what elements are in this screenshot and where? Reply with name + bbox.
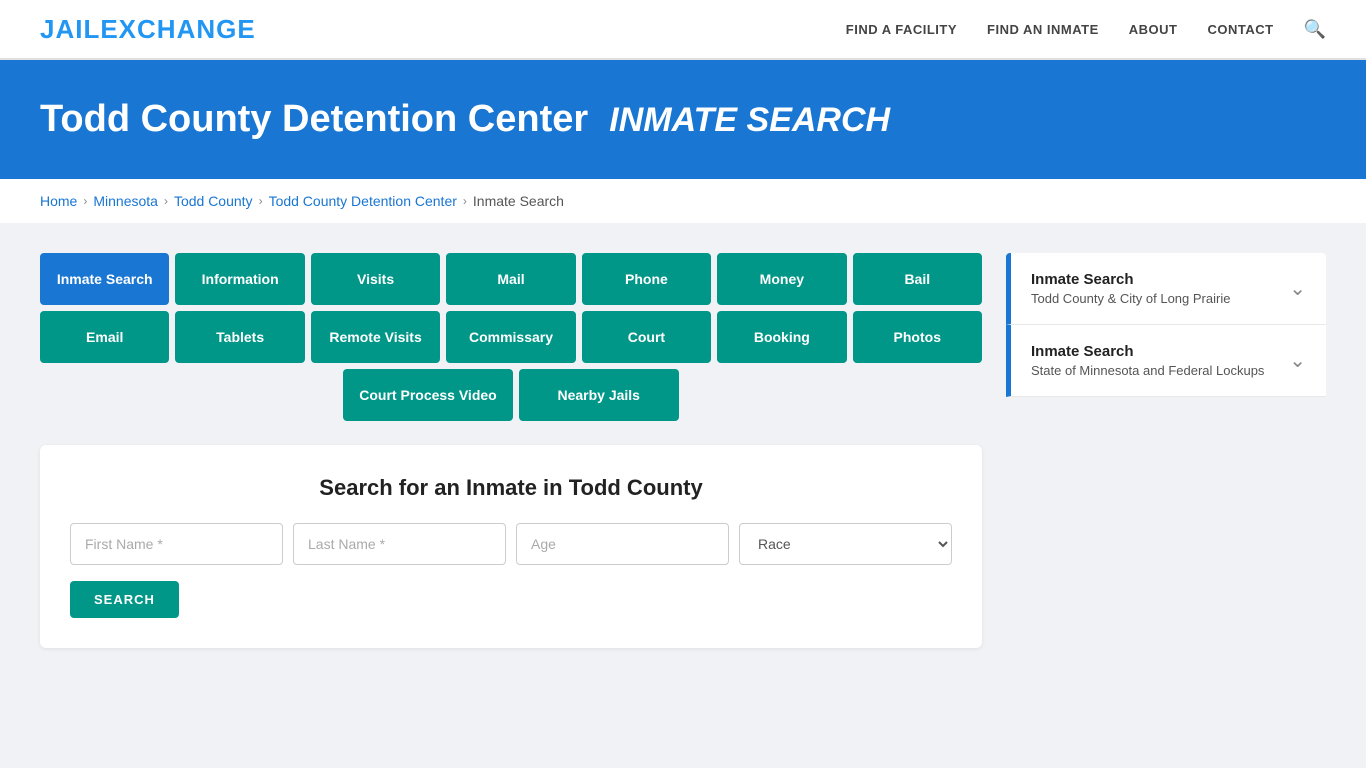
btn-phone[interactable]: Phone <box>582 253 711 305</box>
sidebar-item-todd-title: Inmate Search <box>1031 271 1279 288</box>
search-box: Search for an Inmate in Todd County Race… <box>40 445 982 648</box>
right-sidebar: Inmate Search Todd County & City of Long… <box>1006 253 1326 397</box>
breadcrumb: Home › Minnesota › Todd County › Todd Co… <box>0 179 1366 223</box>
btn-mail[interactable]: Mail <box>446 253 575 305</box>
breadcrumb-detention-center[interactable]: Todd County Detention Center <box>269 193 457 209</box>
btn-visits[interactable]: Visits <box>311 253 440 305</box>
hero-title-italic: INMATE SEARCH <box>609 101 890 139</box>
main-nav: FIND A FACILITY FIND AN INMATE ABOUT CON… <box>846 19 1326 40</box>
sidebar-item-mn-sub: State of Minnesota and Federal Lockups <box>1031 363 1279 378</box>
btn-photos[interactable]: Photos <box>853 311 982 363</box>
sidebar-item-todd-sub: Todd County & City of Long Prairie <box>1031 291 1279 306</box>
header: JAILEXCHANGE FIND A FACILITY FIND AN INM… <box>0 0 1366 60</box>
nav-find-facility[interactable]: FIND A FACILITY <box>846 22 957 37</box>
logo[interactable]: JAILEXCHANGE <box>40 14 256 45</box>
nav-find-inmate[interactable]: FIND AN INMATE <box>987 22 1099 37</box>
nav-buttons-row2: Email Tablets Remote Visits Commissary C… <box>40 311 982 363</box>
hero-title: Todd County Detention Center INMATE SEAR… <box>40 98 1326 141</box>
sidebar-item-todd-text: Inmate Search Todd County & City of Long… <box>1031 271 1279 306</box>
breadcrumb-inmate-search: Inmate Search <box>473 193 564 209</box>
search-button[interactable]: SEARCH <box>70 581 179 618</box>
breadcrumb-sep-1: › <box>83 194 87 208</box>
btn-inmate-search[interactable]: Inmate Search <box>40 253 169 305</box>
left-column: Inmate Search Information Visits Mail Ph… <box>40 253 982 648</box>
btn-tablets[interactable]: Tablets <box>175 311 304 363</box>
hero-title-main: Todd County Detention Center <box>40 98 588 140</box>
main-content: Inmate Search Information Visits Mail Ph… <box>0 223 1366 678</box>
breadcrumb-sep-3: › <box>259 194 263 208</box>
btn-remote-visits[interactable]: Remote Visits <box>311 311 440 363</box>
nav-buttons-row3: Court Process Video Nearby Jails <box>40 369 982 421</box>
breadcrumb-sep-4: › <box>463 194 467 208</box>
btn-nearby-jails[interactable]: Nearby Jails <box>519 369 679 421</box>
logo-highlight: EXCHANGE <box>100 14 255 44</box>
btn-information[interactable]: Information <box>175 253 304 305</box>
sidebar-item-todd-county[interactable]: Inmate Search Todd County & City of Long… <box>1006 253 1326 325</box>
btn-booking[interactable]: Booking <box>717 311 846 363</box>
btn-court-process-video[interactable]: Court Process Video <box>343 369 512 421</box>
btn-bail[interactable]: Bail <box>853 253 982 305</box>
race-select[interactable]: Race White Black Hispanic Asian Native A… <box>739 523 952 565</box>
breadcrumb-minnesota[interactable]: Minnesota <box>93 193 158 209</box>
btn-court[interactable]: Court <box>582 311 711 363</box>
logo-text-jail: JAIL <box>40 14 100 44</box>
btn-email[interactable]: Email <box>40 311 169 363</box>
breadcrumb-home[interactable]: Home <box>40 193 77 209</box>
search-fields: Race White Black Hispanic Asian Native A… <box>70 523 952 565</box>
sidebar-item-minnesota[interactable]: Inmate Search State of Minnesota and Fed… <box>1006 325 1326 397</box>
sidebar-item-mn-text: Inmate Search State of Minnesota and Fed… <box>1031 343 1279 378</box>
search-icon[interactable]: 🔍 <box>1304 19 1326 40</box>
last-name-input[interactable] <box>293 523 506 565</box>
btn-money[interactable]: Money <box>717 253 846 305</box>
nav-buttons-row1: Inmate Search Information Visits Mail Ph… <box>40 253 982 305</box>
btn-commissary[interactable]: Commissary <box>446 311 575 363</box>
chevron-down-icon: ⌄ <box>1289 276 1306 301</box>
nav-contact[interactable]: CONTACT <box>1207 22 1273 37</box>
sidebar-item-mn-title: Inmate Search <box>1031 343 1279 360</box>
search-box-title: Search for an Inmate in Todd County <box>70 475 952 501</box>
breadcrumb-todd-county[interactable]: Todd County <box>174 193 253 209</box>
nav-about[interactable]: ABOUT <box>1129 22 1178 37</box>
hero-banner: Todd County Detention Center INMATE SEAR… <box>0 60 1366 179</box>
age-input[interactable] <box>516 523 729 565</box>
chevron-down-icon-2: ⌄ <box>1289 348 1306 373</box>
first-name-input[interactable] <box>70 523 283 565</box>
breadcrumb-sep-2: › <box>164 194 168 208</box>
